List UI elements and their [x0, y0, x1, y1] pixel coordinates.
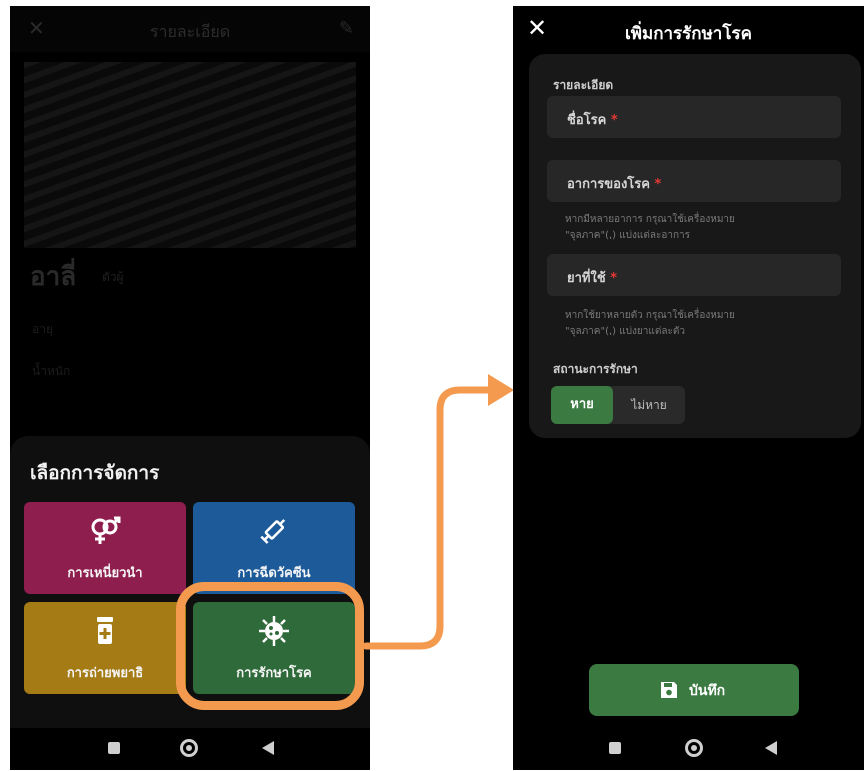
save-label: บันทึก: [689, 683, 726, 699]
home-icon[interactable]: [685, 739, 703, 757]
required-mark: *: [610, 271, 618, 286]
symptoms-hint: หากมีหลายอาการ กรุณาใช้เครื่องหมาย "จุลภ…: [565, 212, 835, 244]
hint-line: "จุลภาค"(,) แบ่งแต่ละอาการ: [565, 230, 691, 241]
page-title: เพิ่มการรักษาโรค: [624, 24, 752, 44]
required-mark: *: [654, 177, 662, 192]
symptoms-field[interactable]: อาการของโรค *: [547, 160, 841, 202]
system-nav-bar: [513, 728, 864, 770]
disease-name-field[interactable]: ชื่อโรค *: [547, 96, 841, 138]
hint-line: "จุลภาค"(,) แบ่งยาแต่ละตัว: [565, 326, 685, 337]
field-label-text: ชื่อโรค: [567, 113, 607, 128]
required-mark: *: [610, 113, 618, 128]
save-button[interactable]: บันทึก: [589, 664, 799, 716]
form-card: รายละเอียด ชื่อโรค * อาการของโรค * หากมี…: [529, 54, 861, 438]
save-icon: [661, 682, 677, 698]
hint-line: หากมีหลายอาการ กรุณาใช้เครื่องหมาย: [565, 214, 735, 225]
status-option-not-recovered[interactable]: ไม่หาย: [613, 386, 685, 424]
medicine-hint: หากใช้ยาหลายตัว กรุณาใช้เครื่องหมาย "จุล…: [565, 308, 835, 340]
section-label: รายละเอียด: [553, 78, 614, 92]
field-label-text: อาการของโรค: [567, 177, 650, 192]
field-label: ยาที่ใช้ *: [567, 267, 617, 288]
treatment-status-toggle: หาย ไม่หาย: [551, 386, 685, 424]
recent-apps-icon[interactable]: [609, 742, 621, 754]
field-label-text: ยาที่ใช้: [567, 271, 606, 286]
hint-line: หากใช้ยาหลายตัว กรุณาใช้เครื่องหมาย: [565, 310, 735, 321]
phone-right-screen: ✕ เพิ่มการรักษาโรค รายละเอียด ชื่อโรค * …: [513, 6, 864, 770]
medicine-field[interactable]: ยาที่ใช้ *: [547, 254, 841, 296]
status-label: สถานะการรักษา: [553, 362, 638, 376]
back-icon[interactable]: [765, 741, 777, 755]
status-option-recovered[interactable]: หาย: [551, 386, 613, 424]
field-label: อาการของโรค *: [567, 173, 661, 194]
field-label: ชื่อโรค *: [567, 109, 618, 130]
